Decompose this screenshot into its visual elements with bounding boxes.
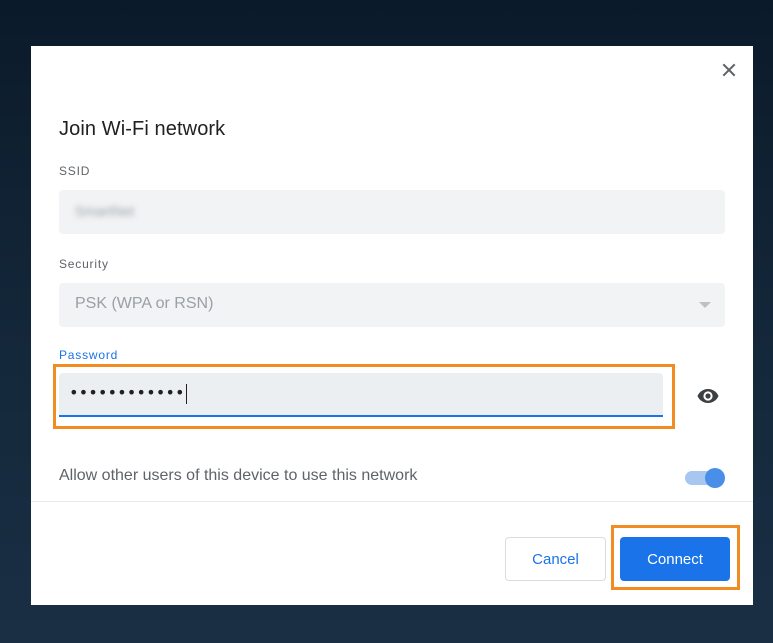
connect-button[interactable]: Connect: [620, 537, 730, 581]
cancel-button[interactable]: Cancel: [505, 537, 606, 581]
security-select[interactable]: PSK (WPA or RSN): [59, 283, 725, 327]
close-button[interactable]: [717, 58, 741, 82]
ssid-value: SmartNet: [75, 203, 135, 219]
eye-icon: [697, 389, 719, 403]
close-icon: [722, 63, 736, 77]
ssid-label: SSID: [59, 164, 91, 178]
show-password-button[interactable]: [695, 383, 721, 409]
share-network-label: Allow other users of this device to use …: [59, 467, 418, 484]
password-value: ••••••••••••: [69, 383, 187, 404]
footer-divider: [31, 501, 753, 502]
password-input[interactable]: ••••••••••••: [59, 373, 663, 417]
text-cursor: [185, 383, 187, 404]
join-wifi-dialog: Join Wi-Fi network SSID SmartNet Securit…: [31, 46, 753, 605]
chevron-down-icon: [699, 302, 711, 308]
security-value: PSK (WPA or RSN): [75, 295, 214, 312]
share-network-toggle[interactable]: [683, 468, 725, 488]
ssid-field[interactable]: SmartNet: [59, 190, 725, 234]
password-label: Password: [59, 348, 119, 362]
security-label: Security: [59, 257, 109, 271]
toggle-thumb: [705, 468, 725, 488]
dialog-title: Join Wi-Fi network: [59, 118, 226, 140]
